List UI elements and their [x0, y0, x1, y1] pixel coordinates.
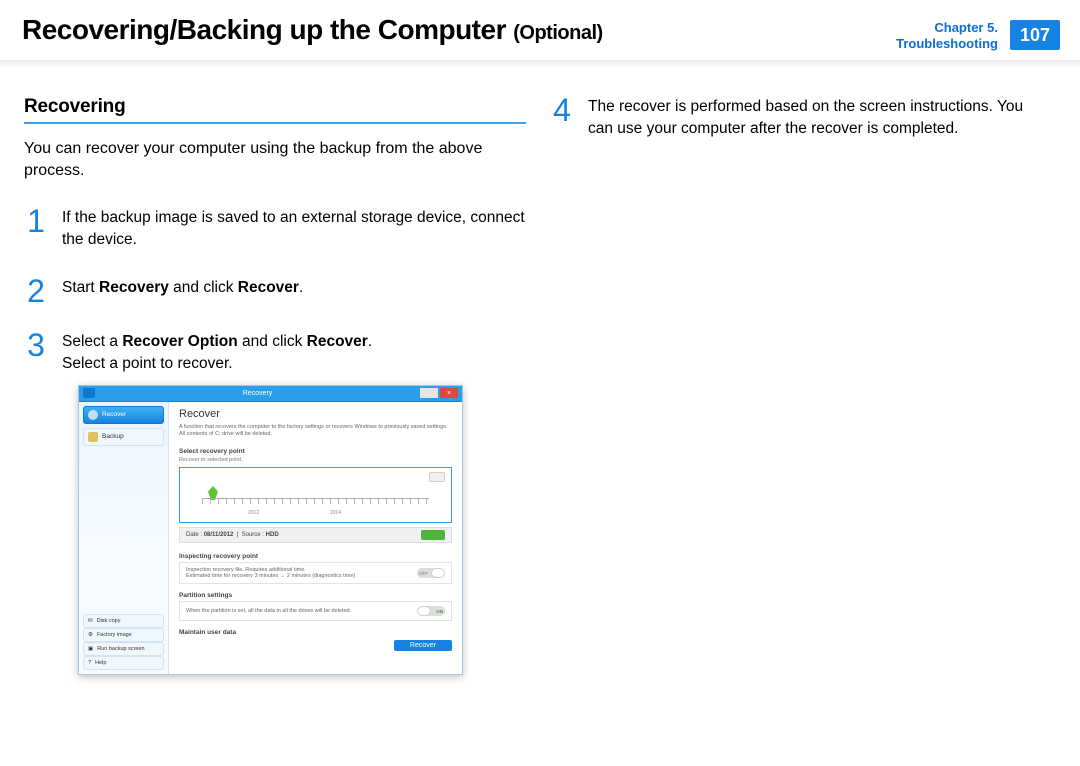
step-body: If the backup image is saved to an exter…	[62, 207, 526, 250]
sidebar-label: Factory image	[97, 632, 132, 638]
step-number: 2	[24, 277, 48, 306]
inspect-desc: Inspection recovery file. Requires addit…	[186, 567, 355, 579]
recover-icon	[88, 410, 98, 420]
maintain-label: Maintain user data	[179, 629, 452, 636]
header-right: Chapter 5. Troubleshooting 107	[896, 20, 1060, 53]
minimize-button[interactable]	[420, 388, 438, 398]
titlebar-left	[83, 388, 95, 398]
title-optional: (Optional)	[513, 22, 602, 44]
app-sidebar: Recover Backup ⛁ Disk copy ⚙ Factory image…	[79, 402, 169, 674]
section-line: Troubleshooting	[896, 36, 998, 52]
help-icon: ?	[88, 660, 91, 666]
content-columns: Recovering You can recover your computer…	[0, 60, 1080, 675]
recovering-heading: Recovering	[24, 96, 526, 124]
panel-heading: Recover	[179, 408, 452, 420]
step-number: 1	[24, 207, 48, 236]
partition-desc: When the partition is set, all the data …	[186, 608, 351, 614]
backup-icon	[88, 432, 98, 442]
step-body: The recover is performed based on the sc…	[588, 96, 1052, 139]
status-date-value: 08/11/2012	[204, 532, 234, 538]
app-body: Recover Backup ⛁ Disk copy ⚙ Factory image…	[79, 402, 462, 674]
step-body: Select a Recover Option and click Recove…	[62, 331, 372, 374]
sidebar-factory-image[interactable]: ⚙ Factory image	[83, 628, 164, 642]
sidebar-label: Run backup screen	[97, 646, 144, 652]
timeline-year-1: 2012	[248, 510, 259, 516]
app-titlebar: Recovery ×	[79, 386, 462, 402]
sidebar-bottom: ⛁ Disk copy ⚙ Factory image ▣ Run backup sc…	[83, 614, 164, 670]
sidebar-label: Disk copy	[97, 618, 121, 624]
right-column: 4 The recover is performed based on the …	[550, 96, 1052, 675]
partition-toggle[interactable]: OFF ON	[417, 606, 445, 616]
app-main: Recover A function that recovers the com…	[169, 402, 462, 674]
toggle-off-label: OFF	[419, 571, 428, 576]
run-icon: ▣	[88, 646, 93, 652]
select-point-label: Select recovery point	[179, 448, 452, 455]
timeline-track	[202, 498, 429, 504]
disk-icon: ⛁	[88, 618, 93, 624]
sidebar-label: Help	[95, 660, 106, 666]
go-button[interactable]	[421, 530, 445, 540]
recover-button[interactable]: Recover	[394, 640, 452, 651]
step-4: 4 The recover is performed based on the …	[550, 96, 1052, 139]
sidebar-label: Recover	[102, 411, 126, 418]
step-number: 4	[550, 96, 574, 125]
inspect-label: Inspecting recovery point	[179, 553, 452, 560]
inspect-toggle[interactable]: OFF ON	[417, 568, 445, 578]
status-text: Date : 08/11/2012 | Source : HDD	[186, 532, 279, 538]
left-column: Recovering You can recover your computer…	[24, 96, 526, 675]
sidebar-run-backup[interactable]: ▣ Run backup screen	[83, 642, 164, 656]
chapter-block: Chapter 5. Troubleshooting	[896, 20, 998, 53]
timeline-year-2: 2014	[330, 510, 341, 516]
sidebar-label: Backup	[102, 433, 124, 440]
steps-list: 1 If the backup image is saved to an ext…	[24, 207, 526, 375]
status-source-value: HDD	[266, 532, 279, 538]
sidebar-tab-recover[interactable]: Recover	[83, 406, 164, 424]
status-date-label: Date :	[186, 532, 202, 538]
sidebar-disk-copy[interactable]: ⛁ Disk copy	[83, 614, 164, 628]
back-icon[interactable]	[83, 388, 95, 398]
page-number-badge: 107	[1010, 20, 1060, 50]
step-1: 1 If the backup image is saved to an ext…	[24, 207, 526, 250]
recovery-app-screenshot: Recovery × Recover Backup	[78, 385, 463, 675]
refresh-icon[interactable]	[429, 472, 445, 482]
app-title: Recovery	[243, 390, 273, 397]
recovering-lead: You can recover your computer using the …	[24, 138, 526, 181]
recovery-timeline[interactable]: 2012 2014	[179, 467, 452, 523]
window-controls: ×	[420, 388, 458, 398]
sidebar-tab-backup[interactable]: Backup	[83, 428, 164, 446]
page-title: Recovering/Backing up the Computer (Opti…	[22, 14, 603, 46]
step-2: 2 Start Recovery and click Recover.	[24, 277, 526, 306]
step-number: 3	[24, 331, 48, 360]
chapter-line: Chapter 5.	[896, 20, 998, 36]
toggle-knob	[432, 569, 444, 577]
step-body: Start Recovery and click Recover.	[62, 277, 303, 299]
partition-label: Partition settings	[179, 592, 452, 599]
title-main: Recovering/Backing up the Computer	[22, 14, 506, 45]
toggle-knob	[418, 607, 430, 615]
status-bar: Date : 08/11/2012 | Source : HDD	[179, 527, 452, 543]
step-3: 3 Select a Recover Option and click Reco…	[24, 331, 526, 374]
select-point-sub: Recover to selected point.	[179, 457, 452, 463]
close-button[interactable]: ×	[440, 388, 458, 398]
toggle-on-label: ON	[436, 609, 443, 614]
sidebar-help[interactable]: ? Help	[83, 656, 164, 670]
factory-icon: ⚙	[88, 632, 93, 638]
inspect-option: Inspection recovery file. Requires addit…	[179, 562, 452, 584]
page-header: Recovering/Backing up the Computer (Opti…	[0, 0, 1080, 60]
partition-option: When the partition is set, all the data …	[179, 601, 452, 621]
panel-desc: A function that recovers the computer to…	[179, 424, 452, 438]
status-source-label: Source :	[242, 532, 264, 538]
